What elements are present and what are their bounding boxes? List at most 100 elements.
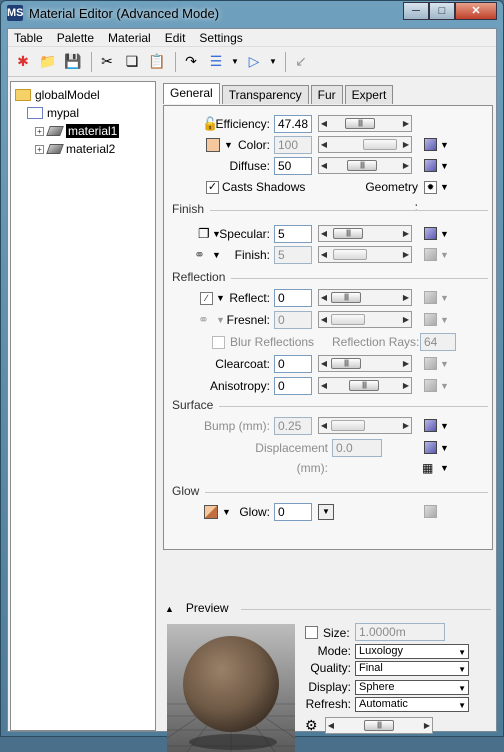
texture-map-icon[interactable] [424, 248, 437, 261]
assign-icon[interactable]: ↷ [180, 51, 202, 73]
clearcoat-slider[interactable]: ◀ ||||| ▶ [318, 355, 412, 372]
copy-icon[interactable]: ❏ [121, 51, 143, 73]
color-field[interactable]: 100 [274, 136, 312, 154]
chevron-down-icon[interactable]: ▼ [224, 135, 233, 155]
efficiency-field[interactable]: 47.48 [274, 115, 312, 133]
texture-map-icon[interactable] [424, 379, 437, 392]
cube-outline-icon[interactable]: ❐ [198, 224, 210, 244]
chevron-down-icon[interactable]: ▼ [268, 51, 278, 73]
texture-map-icon[interactable] [424, 505, 437, 518]
chevron-down-icon[interactable]: ▼ [440, 177, 449, 197]
chevron-down-icon[interactable]: ▼ [440, 135, 449, 155]
expand-icon[interactable]: + [35, 144, 44, 154]
tree-node-palette[interactable]: mypal [15, 104, 151, 122]
casts-shadows-checkbox[interactable]: ✓ [206, 181, 219, 194]
paste-icon[interactable]: 📋 [146, 51, 168, 73]
finish-field[interactable]: 5 [274, 246, 312, 264]
menu-palette[interactable]: Palette [57, 31, 94, 45]
menu-material[interactable]: Material [108, 31, 151, 45]
clearcoat-field[interactable]: 0 [274, 355, 312, 373]
tab-general[interactable]: General [163, 83, 220, 104]
mode-select[interactable]: Luxology ▼ [355, 644, 469, 659]
color-slider[interactable]: ◀ ▶ [318, 136, 412, 153]
tab-transparency[interactable]: Transparency [221, 85, 309, 104]
minimize-button[interactable]: ─ [403, 2, 429, 20]
collapse-icon[interactable]: ▲ [165, 604, 180, 614]
tab-expert[interactable]: Expert [344, 85, 394, 104]
menu-settings[interactable]: Settings [199, 31, 242, 45]
tree-node-material[interactable]: + material1 [15, 122, 151, 140]
light-icon[interactable]: ⚙ [305, 715, 318, 735]
chevron-down-icon[interactable]: ▼ [230, 51, 240, 73]
title-bar[interactable]: MS Material Editor (Advanced Mode) ─ □ ✕ [1, 1, 503, 25]
pointer-icon[interactable]: ▷ [243, 51, 265, 73]
tree-node-material[interactable]: + material2 [15, 140, 151, 158]
displacement-field[interactable]: 0.0 [332, 439, 382, 457]
texture-map-icon[interactable] [424, 441, 437, 454]
chevron-down-icon[interactable]: ▼ [440, 245, 449, 265]
chevron-down-icon[interactable]: ▼ [440, 376, 449, 396]
glow-swatch[interactable] [204, 505, 218, 519]
chevron-down-icon[interactable]: ▼ [440, 288, 449, 308]
reflect-slider[interactable]: ◀ ||||| ▶ [318, 289, 412, 306]
display-select[interactable]: Sphere ▼ [355, 680, 469, 695]
menu-table[interactable]: Table [14, 31, 43, 45]
efficiency-slider[interactable]: ◀ ||||| ▶ [318, 115, 412, 132]
reflect-graph-icon[interactable]: ∕ [200, 292, 213, 305]
chevron-down-icon[interactable]: ▼ [440, 224, 449, 244]
texture-map-icon[interactable] [424, 419, 437, 432]
link-icon[interactable]: ⚭ [194, 245, 205, 265]
fresnel-field[interactable]: 0 [274, 311, 312, 329]
chevron-down-icon[interactable]: ▼ [440, 416, 449, 436]
preview-section-header[interactable]: ▲ Preview [165, 601, 491, 615]
size-checkbox[interactable] [305, 626, 318, 639]
diffuse-field[interactable]: 50 [274, 157, 312, 175]
cut-icon[interactable]: ✂ [96, 51, 118, 73]
displacement-map-icon[interactable]: ▦ [422, 458, 433, 478]
glow-field[interactable]: 0 [274, 503, 312, 521]
expand-icon[interactable]: + [35, 126, 44, 136]
specular-slider[interactable]: ◀ ||||| ▶ [318, 225, 412, 242]
specular-field[interactable]: 5 [274, 225, 312, 243]
maximize-button[interactable]: □ [429, 2, 455, 20]
refresh-select[interactable]: Automatic ▼ [355, 697, 469, 712]
chevron-down-icon[interactable]: ▼ [440, 458, 449, 478]
tab-fur[interactable]: Fur [310, 85, 343, 104]
tree-node-root[interactable]: globalModel [15, 86, 151, 104]
reflect-field[interactable]: 0 [274, 289, 312, 307]
blur-reflections-checkbox[interactable] [212, 336, 225, 349]
anisotropy-slider[interactable]: ◀ ||||| ▶ [318, 377, 412, 394]
light-slider[interactable]: ◀ ||||| ▶ [325, 717, 433, 734]
anisotropy-field[interactable]: 0 [274, 377, 312, 395]
diffuse-slider[interactable]: ◀ ||||| ▶ [318, 157, 412, 174]
fresnel-slider[interactable]: ◀ ▶ [318, 311, 412, 328]
color-swatch[interactable] [206, 138, 220, 152]
chevron-down-icon[interactable]: ▼ [440, 438, 449, 458]
pick-material-icon[interactable]: ↙ [290, 51, 312, 73]
chevron-down-icon[interactable]: ▼ [440, 354, 449, 374]
chevron-down-icon[interactable]: ▼ [440, 156, 449, 176]
bump-field[interactable]: 0.25 [274, 417, 312, 435]
chevron-down-icon[interactable]: ▼ [440, 310, 449, 330]
link-icon[interactable]: ⚭ [198, 310, 209, 330]
geometry-icon[interactable]: ✹ [424, 181, 437, 194]
bump-slider[interactable]: ◀ ▶ [318, 417, 412, 434]
texture-map-icon[interactable] [424, 291, 437, 304]
texture-map-icon[interactable] [424, 313, 437, 326]
menu-edit[interactable]: Edit [165, 31, 186, 45]
new-icon[interactable]: ✱ [12, 51, 34, 73]
layers-icon[interactable]: ☰ [205, 51, 227, 73]
reflection-rays-field[interactable]: 64 [420, 333, 456, 351]
close-button[interactable]: ✕ [455, 2, 497, 20]
finish-slider[interactable]: ◀ ▶ [318, 246, 412, 263]
material-tree[interactable]: globalModel mypal + material1 + material… [10, 81, 156, 731]
texture-map-icon[interactable] [424, 227, 437, 240]
texture-map-icon[interactable] [424, 357, 437, 370]
quality-select[interactable]: Final ▼ [355, 661, 469, 676]
save-icon[interactable]: 💾 [62, 51, 84, 73]
texture-map-icon[interactable] [424, 159, 437, 172]
size-field[interactable]: 1.0000m [355, 623, 445, 641]
glow-dropdown[interactable]: ▼ [318, 504, 334, 520]
open-folder-icon[interactable]: 📁 [37, 51, 59, 73]
texture-map-icon[interactable] [424, 138, 437, 151]
